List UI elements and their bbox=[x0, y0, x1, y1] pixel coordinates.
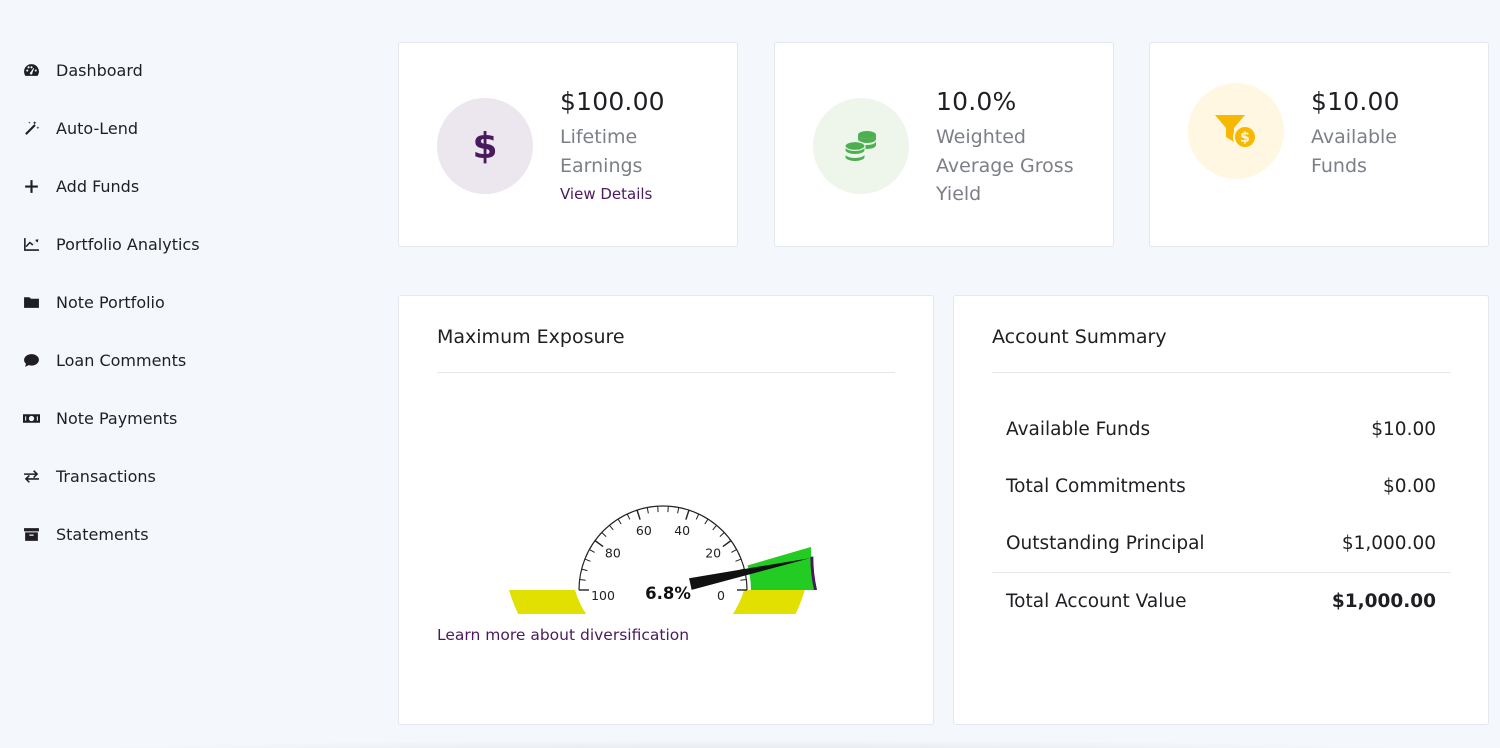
sidebar-item-loan-comments[interactable]: Loan Comments bbox=[22, 345, 186, 375]
gauge-tick-label: 40 bbox=[674, 523, 690, 538]
gauge-readout: 6.8% bbox=[645, 584, 691, 603]
sidebar-item-label: Auto-Lend bbox=[56, 118, 138, 138]
summary-row-label: Available Funds bbox=[1006, 418, 1151, 440]
summary-row-label: Outstanding Principal bbox=[1006, 532, 1205, 554]
panel-divider bbox=[992, 372, 1450, 373]
view-details-link[interactable]: View Details bbox=[560, 185, 652, 203]
summary-row-value: $1,000.00 bbox=[1341, 532, 1436, 554]
money-bill-icon bbox=[22, 409, 40, 427]
sidebar-item-dashboard[interactable]: Dashboard bbox=[22, 55, 143, 85]
summary-row: Outstanding Principal $1,000.00 bbox=[1006, 528, 1436, 558]
maximum-exposure-panel: Maximum Exposure 100 80 60 40 20 0 6.8% Learn… bbox=[398, 295, 934, 725]
exposure-gauge: 100 80 60 40 20 0 6.8% bbox=[509, 502, 817, 614]
sidebar-item-label: Note Portfolio bbox=[56, 292, 165, 312]
weighted-yield-label: Weighted Average Gross Yield bbox=[936, 126, 1074, 205]
page-bottom-shadow bbox=[60, 740, 1440, 748]
sidebar-item-label: Statements bbox=[56, 524, 149, 544]
gauge-tick-label: 20 bbox=[705, 546, 721, 561]
account-summary-title: Account Summary bbox=[992, 326, 1167, 348]
sidebar-item-label: Dashboard bbox=[56, 60, 143, 80]
gauge-tick-label: 100 bbox=[591, 588, 615, 603]
exchange-arrows-icon bbox=[22, 467, 40, 485]
sidebar-item-label: Portfolio Analytics bbox=[56, 234, 200, 254]
lifetime-earnings-label: Lifetime Earnings bbox=[560, 126, 643, 177]
magic-wand-icon bbox=[22, 119, 40, 137]
lifetime-earnings-value: $100.00 bbox=[560, 87, 665, 116]
lifetime-earnings-card: $ $100.00 Lifetime Earnings View Details bbox=[398, 42, 738, 247]
summary-total-row: Total Account Value $1,000.00 bbox=[1006, 586, 1436, 616]
gauge-tick-label: 80 bbox=[605, 546, 621, 561]
line-chart-icon bbox=[22, 235, 40, 253]
account-summary-panel: Account Summary Available Funds $10.00 T… bbox=[953, 295, 1489, 725]
weighted-yield-card: 10.0% Weighted Average Gross Yield bbox=[774, 42, 1114, 247]
folder-icon bbox=[22, 293, 40, 311]
sidebar-item-label: Transactions bbox=[56, 466, 156, 486]
comment-icon bbox=[22, 351, 40, 369]
summary-row-value: $10.00 bbox=[1371, 418, 1436, 440]
summary-total-label: Total Account Value bbox=[1006, 590, 1187, 612]
summary-row-value: $0.00 bbox=[1383, 475, 1436, 497]
weighted-yield-icon-circle bbox=[813, 98, 909, 194]
sidebar-item-auto-lend[interactable]: Auto-Lend bbox=[22, 113, 138, 143]
summary-row-label: Total Commitments bbox=[1006, 475, 1186, 497]
archive-box-icon bbox=[22, 525, 40, 543]
sidebar-item-transactions[interactable]: Transactions bbox=[22, 461, 156, 491]
maximum-exposure-title: Maximum Exposure bbox=[437, 326, 625, 348]
available-funds-card: $ $10.00 Available Funds bbox=[1149, 42, 1489, 247]
available-funds-icon-circle: $ bbox=[1188, 83, 1284, 179]
plus-icon bbox=[22, 177, 40, 195]
coins-stack-icon bbox=[844, 131, 876, 163]
summary-row: Available Funds $10.00 bbox=[1006, 414, 1436, 444]
sidebar-item-label: Add Funds bbox=[56, 176, 140, 196]
svg-text:$: $ bbox=[472, 127, 497, 165]
sidebar-item-portfolio-analytics[interactable]: Portfolio Analytics bbox=[22, 229, 200, 259]
sidebar-nav: Dashboard Auto-Lend Add Funds Portfolio … bbox=[0, 0, 360, 748]
sidebar-item-note-payments[interactable]: Note Payments bbox=[22, 403, 177, 433]
sidebar-item-note-portfolio[interactable]: Note Portfolio bbox=[22, 287, 165, 317]
summary-total-value: $1,000.00 bbox=[1331, 590, 1436, 612]
gauge-tick-label: 0 bbox=[717, 588, 725, 603]
gauge-tick-label: 60 bbox=[636, 523, 652, 538]
dashboard-gauge-icon bbox=[22, 61, 40, 79]
svg-text:$: $ bbox=[1240, 130, 1250, 146]
weighted-yield-value: 10.0% bbox=[936, 87, 1017, 116]
available-funds-value: $10.00 bbox=[1311, 87, 1400, 116]
sidebar-item-add-funds[interactable]: Add Funds bbox=[22, 171, 139, 201]
lifetime-earnings-icon-circle: $ bbox=[437, 98, 533, 194]
sidebar-item-label: Loan Comments bbox=[56, 350, 187, 370]
dollar-icon: $ bbox=[472, 127, 497, 165]
sidebar-item-statements[interactable]: Statements bbox=[22, 519, 149, 549]
funnel-dollar-icon: $ bbox=[1215, 115, 1257, 149]
summary-row: Total Commitments $0.00 bbox=[1006, 471, 1436, 501]
summary-total-divider bbox=[992, 572, 1450, 573]
panel-divider bbox=[437, 372, 895, 373]
learn-diversification-link[interactable]: Learn more about diversification bbox=[437, 626, 689, 644]
available-funds-label: Available Funds bbox=[1311, 126, 1398, 177]
sidebar-item-label: Note Payments bbox=[56, 408, 178, 428]
